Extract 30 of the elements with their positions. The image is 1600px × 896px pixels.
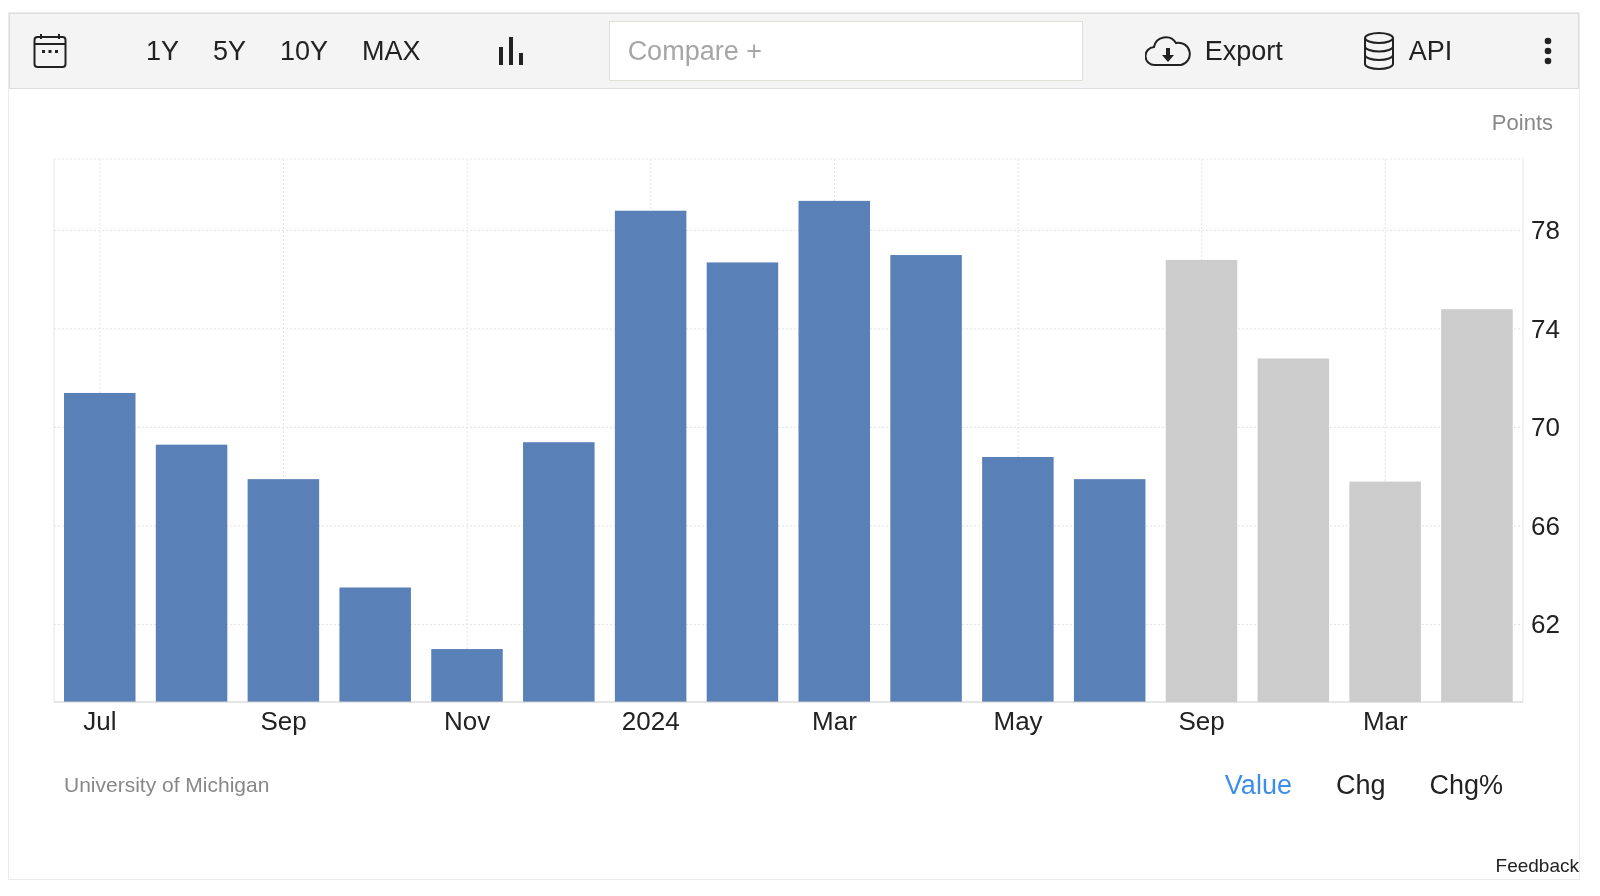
x-axis-label: Sep	[260, 706, 307, 736]
cloud-download-icon	[1144, 35, 1191, 67]
range-button[interactable]: 1Y	[131, 35, 195, 67]
x-axis-label: Sep	[1178, 706, 1225, 736]
x-axis-label: Nov	[444, 706, 491, 736]
calendar-icon[interactable]	[33, 33, 67, 69]
x-axis-label: 2024	[621, 706, 680, 736]
more-icon[interactable]	[1544, 37, 1553, 65]
range-button[interactable]: 5Y	[198, 35, 262, 67]
range-button[interactable]: MAX	[347, 35, 436, 67]
export-button[interactable]: Export	[1144, 35, 1283, 67]
compare-field[interactable]: Compare +	[608, 21, 1083, 81]
x-axis-label: Mar	[1362, 706, 1408, 736]
x-axis-label: Jul	[83, 706, 117, 736]
y-axis-label: 78	[1531, 215, 1560, 246]
view-tab[interactable]: Chg%	[1421, 769, 1511, 801]
source-label: University of Michigan	[64, 773, 270, 797]
y-axis-label: 62	[1531, 609, 1560, 640]
api-button[interactable]: API	[1362, 32, 1453, 70]
database-icon	[1362, 32, 1395, 70]
feedback-link[interactable]: Feedback	[1495, 855, 1579, 877]
x-axis-label: May	[993, 706, 1043, 736]
y-axis-label: 74	[1531, 313, 1560, 344]
range-button[interactable]: 10Y	[265, 35, 344, 67]
x-axis-label: Mar	[812, 706, 857, 736]
y-axis-label: 66	[1531, 510, 1560, 541]
unit-label: Points	[1491, 110, 1553, 136]
view-tab[interactable]: Chg	[1327, 769, 1394, 801]
bar-chart-icon[interactable]	[497, 37, 524, 65]
y-axis-label: 70	[1531, 412, 1560, 443]
